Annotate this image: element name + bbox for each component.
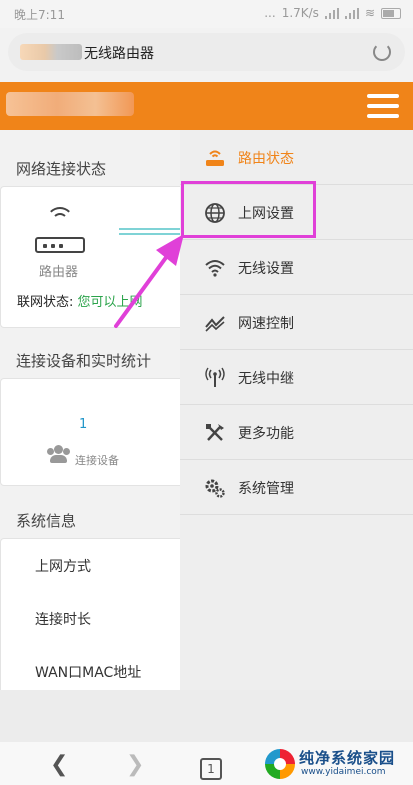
highlight-box: [181, 181, 316, 238]
network-speed: 1.7K/s: [281, 6, 319, 20]
gears-icon: [204, 477, 226, 499]
speed-control-icon: [204, 312, 226, 334]
router-icon: [35, 207, 87, 253]
menu-item-system-management[interactable]: 系统管理: [180, 460, 413, 515]
sysinfo-row-wan-mac: WAN口MAC地址: [35, 665, 142, 681]
people-icon: [47, 445, 70, 463]
menu-label-router-status: 路由状态: [238, 151, 294, 167]
reload-icon[interactable]: [373, 43, 391, 61]
devices-card[interactable]: 1 连接设备: [0, 378, 181, 486]
blurred-logo: [6, 92, 134, 116]
status-icons: ... 1.7K/s ≋: [264, 6, 401, 20]
signal-icon-2: [344, 7, 359, 19]
section-title-sysinfo: 系统信息: [16, 512, 77, 530]
section-title-devices: 连接设备和实时统计: [16, 352, 152, 370]
sysinfo-row-duration: 连接时长: [35, 612, 91, 628]
battery-icon: [381, 7, 401, 19]
menu-label-speed-control: 网速控制: [238, 316, 294, 332]
menu-label-more-functions: 更多功能: [238, 426, 294, 442]
device-count: 1: [79, 417, 88, 432]
internet-status-prefix: 联网状态:: [17, 295, 74, 310]
sysinfo-row-wan-mode: 上网方式: [35, 559, 91, 575]
status-time: 晚上7:11: [14, 8, 65, 22]
menu-label-wireless-repeater: 无线中继: [238, 371, 294, 387]
menu-item-router-status[interactable]: 路由状态: [180, 130, 413, 185]
menu-item-speed-control[interactable]: 网速控制: [180, 295, 413, 350]
main-content: 网络连接状态 路由器 联网状态: 您可以上网 连接设备和实时统计 1 连接设备 …: [0, 130, 181, 690]
menu-item-wireless-repeater[interactable]: 无线中继: [180, 350, 413, 405]
tools-icon: [204, 422, 226, 444]
antenna-icon: [204, 367, 226, 389]
router-header: [0, 82, 413, 130]
hamburger-menu-icon[interactable]: [367, 94, 399, 118]
annotation-arrow: [114, 234, 184, 328]
browser-nav-bar: ❮ ❯ 1 纯净系统家园 www.yidaimei.com: [0, 742, 413, 785]
watermark-icon: [265, 749, 295, 779]
sysinfo-card: 上网方式 连接时长 WAN口MAC地址: [0, 538, 181, 690]
menu-item-more-functions[interactable]: 更多功能: [180, 405, 413, 460]
menu-label-system-management: 系统管理: [238, 481, 294, 497]
wifi-status-icon: ≋: [364, 6, 375, 20]
menu-label-wireless-settings: 无线设置: [238, 261, 294, 277]
router-label: 路由器: [39, 265, 79, 280]
status-bar: 晚上7:11 ... 1.7K/s ≋: [0, 0, 413, 28]
status-dots: ...: [264, 6, 276, 20]
router-status-icon: [204, 147, 226, 169]
watermark-url: www.yidaimei.com: [301, 767, 386, 777]
address-bar[interactable]: 无线路由器: [8, 33, 405, 71]
watermark-name: 纯净系统家园: [299, 749, 396, 767]
wifi-icon: [204, 257, 226, 279]
page-title: 无线路由器: [84, 46, 154, 62]
bottom-gray-area: [0, 690, 413, 742]
blurred-url: [20, 44, 82, 60]
back-icon[interactable]: ❮: [50, 754, 68, 776]
watermark-logo: 纯净系统家园 www.yidaimei.com: [265, 745, 407, 781]
devices-label: 连接设备: [75, 454, 119, 467]
section-title-network: 网络连接状态: [16, 160, 107, 178]
menu-item-wireless-settings[interactable]: 无线设置: [180, 240, 413, 295]
tabs-count-button[interactable]: 1: [200, 758, 222, 780]
forward-icon[interactable]: ❯: [126, 754, 144, 776]
signal-icon: [324, 7, 339, 19]
